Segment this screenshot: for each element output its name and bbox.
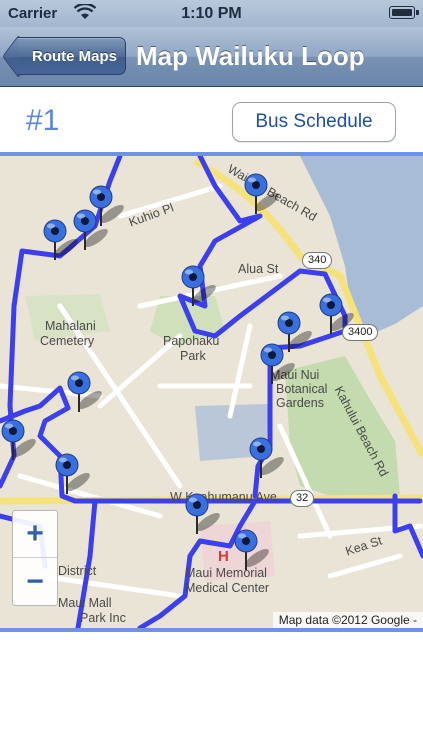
- map-pin-icon: [249, 437, 284, 478]
- bus-stop-pin[interactable]: [184, 492, 220, 536]
- map-pin-icon: [185, 493, 220, 534]
- back-button-route-maps[interactable]: Route Maps: [18, 37, 126, 75]
- bus-stop-pin[interactable]: [0, 418, 36, 462]
- page-title: Map Wailuku Loop: [136, 41, 365, 71]
- hospital-icon: H: [218, 548, 229, 565]
- navigation-bar: Route Maps Map Wailuku Loop: [0, 27, 423, 87]
- map-label-district: District: [58, 564, 97, 578]
- map-pin-icon: [319, 293, 354, 334]
- clock: 1:10 PM: [181, 5, 242, 22]
- map-pin-icon: [89, 185, 124, 226]
- bus-stop-pin[interactable]: [180, 264, 216, 308]
- bus-stop-pin[interactable]: [243, 172, 279, 216]
- map-pin-icon: [67, 371, 102, 412]
- map-pin-icon: [181, 265, 216, 306]
- map-pin-icon: [55, 453, 90, 494]
- bus-stop-pin[interactable]: [54, 452, 90, 496]
- zoom-control: + −: [12, 510, 58, 606]
- road-shield-32: 32: [290, 490, 315, 507]
- map-label-park-inc: Park Inc: [80, 611, 126, 625]
- bus-stop-pin[interactable]: [248, 436, 284, 480]
- map-label-park: Park: [180, 349, 206, 363]
- map-label-mahalani: Mahalani: [45, 319, 96, 333]
- zoom-out-button[interactable]: −: [13, 558, 57, 605]
- map-label-maui-mall: Maui Mall: [58, 596, 112, 610]
- map-pin-icon: [43, 219, 78, 260]
- bus-stop-pin[interactable]: [233, 528, 269, 572]
- route-map[interactable]: Kuhio Pl Waiehu Beach Rd Alua St Mahalan…: [0, 152, 423, 632]
- bus-stop-pin[interactable]: [318, 292, 354, 336]
- status-bar: Carrier 1:10 PM: [0, 0, 423, 27]
- map-label-cemetery: Cemetery: [40, 334, 95, 348]
- map-label-gardens: Gardens: [276, 396, 324, 410]
- map-pin-icon: [1, 419, 36, 460]
- zoom-in-button[interactable]: +: [13, 511, 57, 558]
- map-label-medical-center: Medical Center: [185, 581, 270, 595]
- map-pin-icon: [234, 529, 269, 570]
- bus-stop-pin[interactable]: [42, 218, 78, 262]
- map-attribution: Map data ©2012 Google -: [272, 612, 423, 628]
- bus-schedule-button[interactable]: Bus Schedule: [232, 102, 396, 142]
- map-pin-icon: [260, 343, 295, 384]
- route-number: #1: [26, 104, 60, 137]
- bus-stop-pin[interactable]: [88, 184, 124, 228]
- map-pin-icon: [244, 173, 279, 214]
- map-label-alua-st: Alua St: [238, 262, 279, 276]
- map-label-papohaku: Papohaku: [163, 334, 220, 348]
- bus-stop-pin[interactable]: [66, 370, 102, 414]
- battery-icon: [389, 6, 419, 19]
- road-shield-340: 340: [302, 252, 333, 269]
- bus-stop-pin[interactable]: [259, 342, 295, 386]
